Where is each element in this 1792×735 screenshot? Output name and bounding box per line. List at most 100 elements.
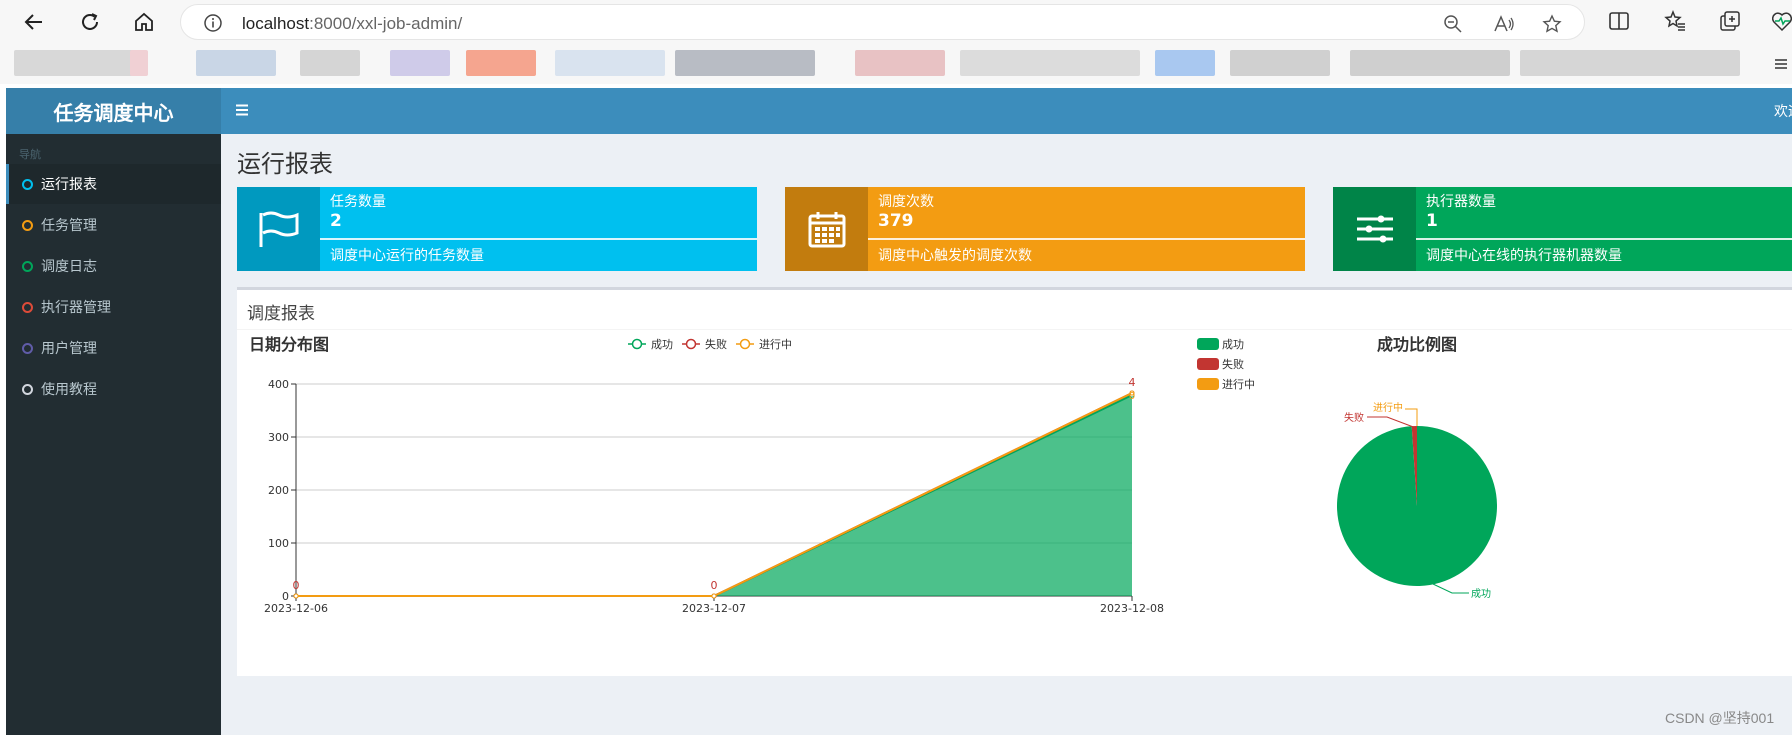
reload-icon xyxy=(82,13,98,30)
report-box: 调度报表 日期分布图 成功 失败 进行中 0 100 200 300 400 2023-12-06… xyxy=(237,287,1792,676)
sidebar-item-label: 任务管理 xyxy=(41,218,97,234)
pie-legend-label: 成功 xyxy=(1222,338,1244,351)
reload-button[interactable] xyxy=(74,6,106,38)
info-box-desc: 调度中心运行的任务数量 xyxy=(330,248,484,264)
url-text: localhost:8000/xxl-job-admin/ xyxy=(242,14,463,33)
pie-title: 成功比例图 xyxy=(1377,335,1457,354)
series-area-success xyxy=(296,395,1132,596)
pie-slice-label: 成功 xyxy=(1471,588,1491,600)
legend-marker xyxy=(739,338,751,350)
circle-icon xyxy=(22,219,33,231)
sidebar-item-label: 运行报表 xyxy=(41,177,97,193)
series-point xyxy=(293,593,299,599)
zoom-out-icon[interactable] xyxy=(1443,14,1463,34)
sidebar-item-logs[interactable]: 调度日志 xyxy=(6,246,221,286)
y-tick-label: 300 xyxy=(268,431,289,444)
sidebar: 导航 运行报表 任务管理 调度日志 执行器管理 用户管理 使用教程 xyxy=(6,134,221,735)
collections-icon[interactable] xyxy=(1719,10,1741,32)
legend-label: 成功 xyxy=(651,338,673,351)
xxl-job-admin-app: 任务调度中心 欢迎 导航 运行报表 任务管理 调度日志 执行器管理 用户管理 xyxy=(6,88,1792,735)
sidebar-item-tutorial[interactable]: 使用教程 xyxy=(6,369,221,409)
pie-legend-label: 进行中 xyxy=(1222,378,1255,391)
page-title: 运行报表 xyxy=(237,150,333,178)
bookmark-item[interactable] xyxy=(300,50,360,76)
info-box-number: 379 xyxy=(878,211,914,231)
back-button[interactable] xyxy=(18,6,50,38)
sidebar-item-report[interactable]: 运行报表 xyxy=(6,164,221,204)
pie-slice-label: 进行中 xyxy=(1373,401,1403,414)
bookmark-item[interactable] xyxy=(555,50,665,76)
circle-icon xyxy=(22,383,33,395)
info-box-title: 调度次数 xyxy=(878,194,934,210)
info-box-title: 任务数量 xyxy=(330,194,386,210)
favorites-icon[interactable] xyxy=(1664,10,1686,32)
sidebar-item-executors[interactable]: 执行器管理 xyxy=(6,287,221,327)
welcome-text[interactable]: 欢迎 xyxy=(1774,101,1792,121)
pie-slice-label: 失败 xyxy=(1344,411,1364,424)
app-header: 任务调度中心 欢迎 xyxy=(6,88,1792,134)
date-distribution-chart: 日期分布图 成功 失败 进行中01002003004002023-12-06 2023-… xyxy=(249,335,1497,615)
sidebar-item-jobs[interactable]: 任务管理 xyxy=(6,205,221,245)
more-bookmarks-icon[interactable] xyxy=(1774,58,1788,70)
circle-icon xyxy=(22,178,33,190)
home-button[interactable] xyxy=(128,6,160,38)
info-box-progress xyxy=(320,238,757,240)
info-box-number: 2 xyxy=(330,211,342,231)
bookmark-item[interactable] xyxy=(960,50,1140,76)
info-icon xyxy=(204,14,222,32)
legend-marker xyxy=(631,338,643,350)
pie-legend-label: 失败 xyxy=(1222,357,1244,371)
bookmark-item[interactable] xyxy=(466,50,536,76)
bookmark-item[interactable] xyxy=(855,50,945,76)
info-box-title: 执行器数量 xyxy=(1426,194,1496,210)
bookmark-item[interactable] xyxy=(1520,50,1740,76)
y-tick-label: 100 xyxy=(268,537,289,550)
bookmarks-bar xyxy=(0,44,1792,84)
bookmark-item[interactable] xyxy=(390,50,450,76)
app-logo[interactable]: 任务调度中心 xyxy=(6,88,221,134)
info-box-desc: 调度中心在线的执行器机器数量 xyxy=(1426,248,1622,264)
sliders-icon xyxy=(1356,215,1393,243)
pie-leader-line xyxy=(1405,408,1418,426)
bookmark-item[interactable] xyxy=(130,50,148,76)
read-aloud-icon[interactable] xyxy=(1493,14,1515,34)
data-label: 4 xyxy=(1129,376,1136,389)
legend-label: 失败 xyxy=(705,337,727,351)
info-box-jobs: 任务数量 2 调度中心运行的任务数量 xyxy=(237,187,757,271)
sidebar-item-label: 调度日志 xyxy=(41,259,97,275)
x-tick-label: 2023-12-06 xyxy=(264,602,328,615)
bookmark-item[interactable] xyxy=(196,50,276,76)
address-bar[interactable]: localhost:8000/xxl-job-admin/ xyxy=(180,4,1585,40)
bookmark-item[interactable] xyxy=(1230,50,1330,76)
split-screen-icon[interactable] xyxy=(1608,10,1630,32)
bookmark-item[interactable] xyxy=(1155,50,1215,76)
back-arrow-icon xyxy=(24,14,42,30)
favorite-star-icon[interactable] xyxy=(1542,14,1562,34)
pie-legend-swatch xyxy=(1197,358,1219,370)
data-label: 0 xyxy=(1129,391,1135,402)
bookmark-item[interactable] xyxy=(14,50,144,76)
sidebar-item-users[interactable]: 用户管理 xyxy=(6,328,221,368)
browser-essentials-icon[interactable] xyxy=(1772,10,1792,32)
bookmark-item[interactable] xyxy=(675,50,815,76)
pie-legend-swatch xyxy=(1197,338,1219,350)
chart-title: 日期分布图 xyxy=(249,335,329,354)
home-icon xyxy=(135,12,153,31)
sidebar-toggle-button[interactable] xyxy=(235,101,249,120)
hamburger-icon xyxy=(236,104,248,116)
info-box-number: 1 xyxy=(1426,211,1438,231)
watermark: CSDN @坚持001 xyxy=(1665,710,1775,726)
circle-icon xyxy=(22,301,33,313)
info-box-icon-area xyxy=(237,187,320,271)
bookmark-item[interactable] xyxy=(1350,50,1510,76)
info-box-progress xyxy=(1416,238,1792,240)
x-tick-label: 2023-12-07 xyxy=(682,602,746,615)
y-tick-label: 200 xyxy=(268,484,289,497)
pie-legend-swatch xyxy=(1197,378,1219,390)
data-label: 0 xyxy=(293,579,300,592)
legend-label: 进行中 xyxy=(759,338,792,351)
info-box-icon-area xyxy=(785,187,868,271)
legend-marker xyxy=(685,338,697,350)
sidebar-item-label: 使用教程 xyxy=(41,382,97,398)
flag-icon xyxy=(259,211,298,247)
